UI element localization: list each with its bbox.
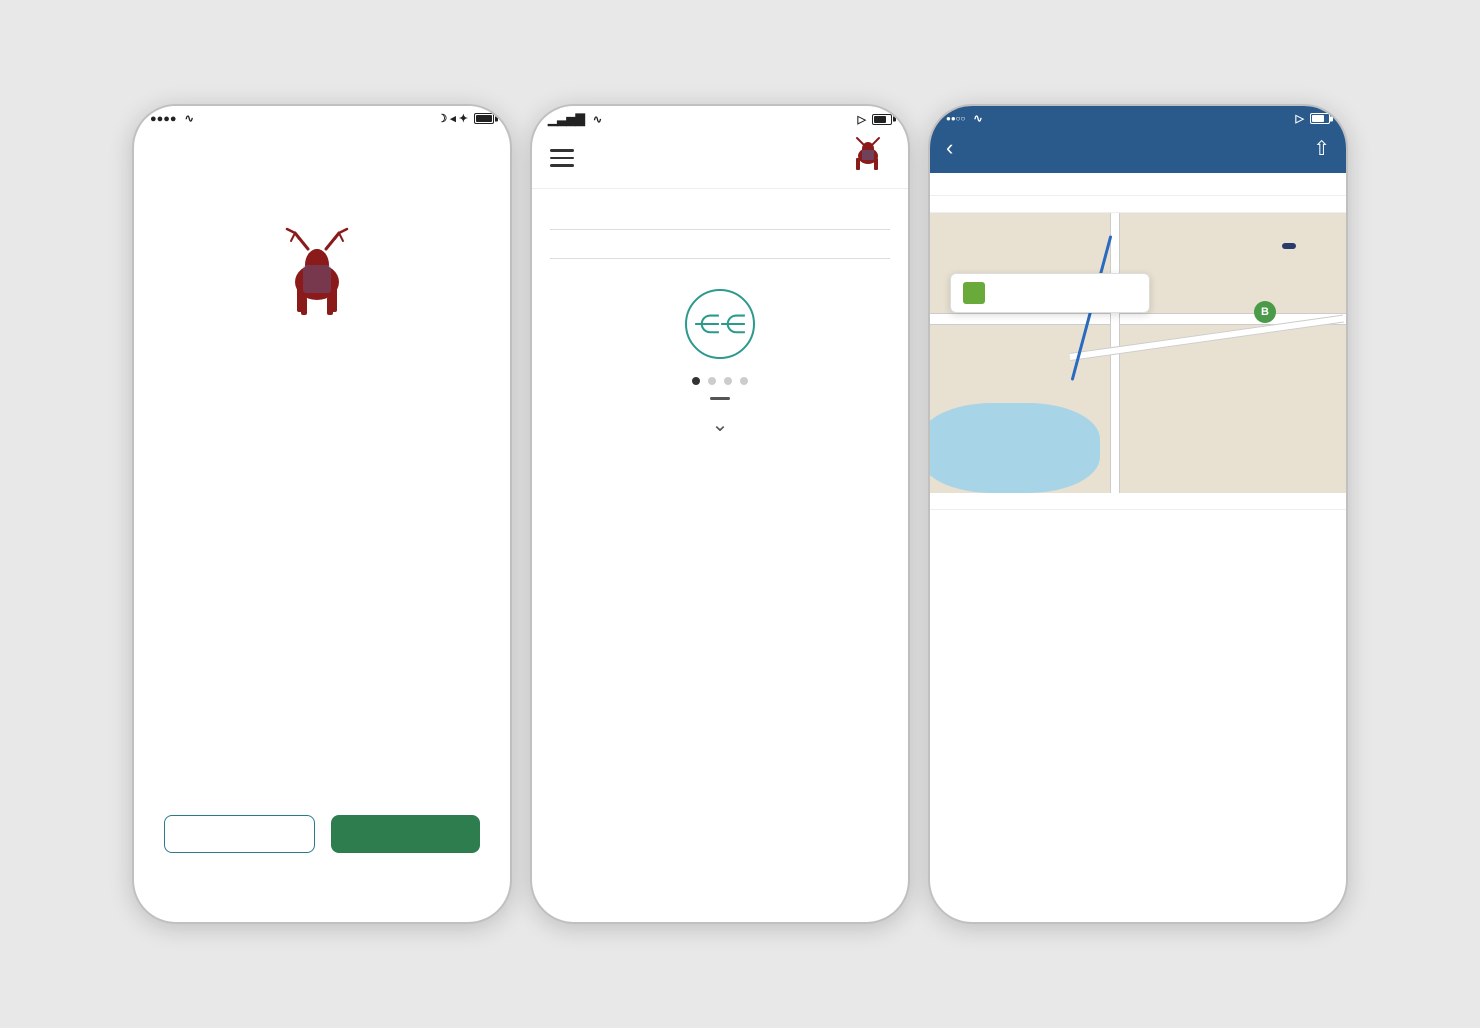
signal3-dots: ●●○○ — [946, 114, 965, 123]
screen2-phone: ▁▃▅▇ ∿ ▷ — [530, 104, 910, 924]
battery3-tip — [1330, 116, 1333, 121]
tooltip-b-badge — [963, 282, 985, 304]
screen2-body: ⋲⋲ ⌄ — [532, 189, 908, 457]
stop-badge — [1282, 243, 1296, 249]
wifi2-icon: ∿ — [593, 113, 602, 126]
dot-3 — [724, 377, 732, 385]
events-tabs — [930, 196, 1346, 213]
bottom-buttons — [164, 815, 480, 853]
map-area: B — [930, 213, 1346, 493]
logo-area — [267, 227, 377, 391]
battery-fill — [476, 115, 492, 122]
battery2-section: ▷ — [858, 113, 892, 126]
location2-icon: ▷ — [858, 113, 866, 126]
braking-symbol: ⋲⋲ — [694, 309, 746, 340]
signal-bars-icon: ▁▃▅▇ — [548, 112, 585, 126]
battery-section: ☽ ◂ ✦ — [437, 112, 494, 125]
braking-b-map-badge: B — [1254, 301, 1276, 323]
header-deer-icon — [846, 136, 890, 180]
learn-more-button[interactable] — [164, 815, 315, 853]
chevron-down-icon[interactable]: ⌄ — [550, 412, 890, 437]
screen1-body — [134, 127, 510, 913]
wifi3-icon: ∿ — [973, 112, 982, 125]
hartford-logo — [267, 227, 377, 337]
last-trip-section: ⋲⋲ ⌄ — [550, 289, 890, 437]
battery3-section: ▷ — [1296, 112, 1330, 125]
dot-1 — [692, 377, 700, 385]
trip-data-header — [930, 493, 1346, 510]
screen3-phone: ●●○○ ∿ ▷ ‹ ⇧ — [928, 104, 1348, 924]
battery2-fill — [874, 116, 886, 123]
get-started-button[interactable] — [331, 815, 480, 853]
hamburger-line1 — [550, 149, 574, 152]
battery3-fill — [1312, 115, 1324, 122]
screen2-header — [532, 128, 908, 189]
back-button[interactable]: ‹ — [946, 135, 953, 161]
location-icon: ◂ — [450, 112, 456, 125]
wifi-icon: ∿ — [185, 112, 194, 125]
pagination-dots — [550, 377, 890, 385]
battery-icon — [474, 113, 494, 124]
hamburger-line3 — [550, 164, 574, 167]
stats-row — [550, 229, 890, 259]
location3-icon: ▷ — [1296, 112, 1304, 125]
trip-info-section — [930, 173, 1346, 196]
map-water — [930, 403, 1100, 493]
trip-header: ‹ ⇧ — [930, 127, 1346, 173]
battery2-icon — [872, 114, 892, 125]
active-indicator — [710, 397, 730, 400]
menu-button[interactable] — [550, 149, 574, 167]
screen3-status-bar: ●●○○ ∿ ▷ — [930, 106, 1346, 127]
hamburger-line2 — [550, 157, 574, 160]
dot-2 — [708, 377, 716, 385]
braking-icon: ⋲⋲ — [685, 289, 755, 359]
braking-tooltip — [950, 273, 1150, 313]
signal-dots-icon: ●●●● — [150, 113, 177, 125]
screen1-phone: ●●●● ∿ ☽ ◂ ✦ — [132, 104, 512, 924]
deer-icon — [267, 227, 377, 337]
share-button[interactable]: ⇧ — [1313, 136, 1330, 161]
battery3-icon — [1310, 113, 1330, 124]
trip-info — [930, 173, 1346, 196]
dot-4 — [740, 377, 748, 385]
screen2-status-bar: ▁▃▅▇ ∿ ▷ — [532, 106, 908, 128]
metrics-row — [550, 209, 890, 213]
moon-icon: ☽ — [437, 112, 447, 125]
bluetooth-icon: ✦ — [459, 112, 468, 125]
screen1-status-bar: ●●●● ∿ ☽ ◂ ✦ — [134, 106, 510, 127]
